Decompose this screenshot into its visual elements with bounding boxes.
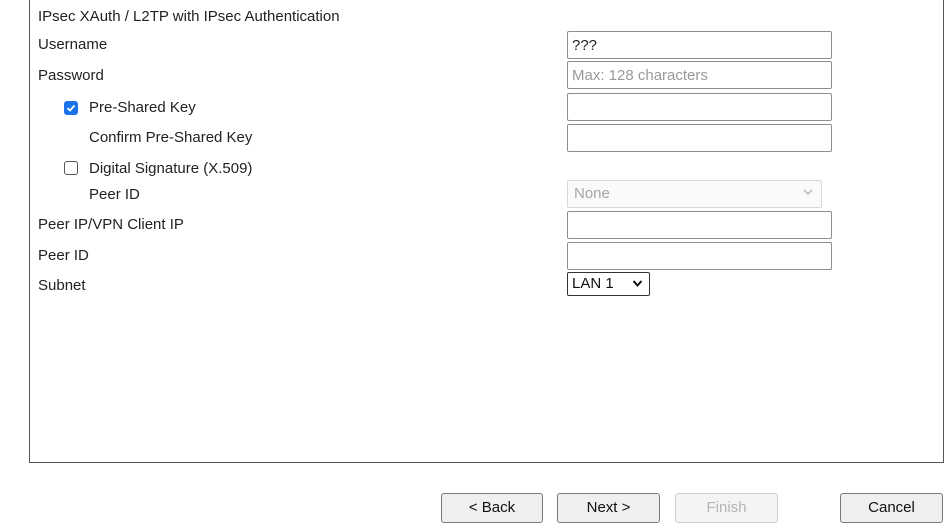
psk-input[interactable] xyxy=(567,93,832,121)
chevron-down-icon xyxy=(803,189,813,195)
section-title: IPsec XAuth / L2TP with IPsec Authentica… xyxy=(38,8,340,25)
peer-ip-label: Peer IP/VPN Client IP xyxy=(38,216,184,233)
back-button[interactable]: < Back xyxy=(441,493,543,523)
subnet-select[interactable]: LAN 1 xyxy=(567,272,650,296)
password-label: Password xyxy=(38,67,104,84)
peer-ip-input[interactable] xyxy=(567,211,832,239)
ds-peer-id-value: None xyxy=(574,185,610,202)
confirm-psk-input[interactable] xyxy=(567,124,832,152)
peer-id-input[interactable] xyxy=(567,242,832,270)
digital-signature-checkbox[interactable] xyxy=(64,161,78,175)
confirm-psk-label: Confirm Pre-Shared Key xyxy=(89,129,253,146)
psk-checkbox[interactable] xyxy=(64,101,78,115)
ds-peer-id-select[interactable]: None xyxy=(567,180,822,208)
finish-button[interactable]: Finish xyxy=(675,493,778,523)
password-input[interactable] xyxy=(567,61,832,89)
username-label: Username xyxy=(38,36,108,53)
peer-id-label: Peer ID xyxy=(38,247,89,264)
subnet-label: Subnet xyxy=(38,277,86,294)
chevron-down-icon xyxy=(632,280,643,288)
digital-signature-label: Digital Signature (X.509) xyxy=(89,160,253,177)
username-input[interactable] xyxy=(567,31,832,59)
next-button[interactable]: Next > xyxy=(557,493,660,523)
psk-label: Pre-Shared Key xyxy=(89,99,196,116)
checkmark-icon xyxy=(66,104,76,112)
subnet-value: LAN 1 xyxy=(572,275,614,292)
cancel-button[interactable]: Cancel xyxy=(840,493,943,523)
ds-peer-id-label: Peer ID xyxy=(89,186,140,203)
